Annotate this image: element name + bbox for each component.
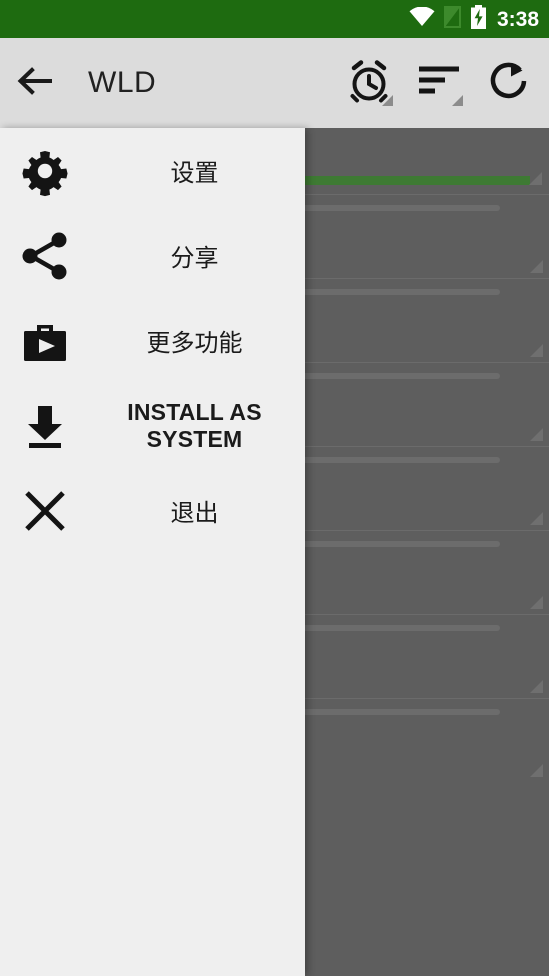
drawer-item-settings[interactable]: 设置 <box>0 128 305 213</box>
signal-off-icon <box>443 5 462 33</box>
navigation-drawer: 设置 分享 更多功能 INSTALL AS SYSTEM 退出 <box>0 128 305 976</box>
sort-button[interactable] <box>407 38 471 128</box>
drawer-item-label: 设置 <box>170 160 219 187</box>
row-caret-icon <box>530 596 543 609</box>
download-icon <box>0 400 90 452</box>
back-arrow-icon <box>17 65 55 102</box>
drawer-item-label: 退出 <box>170 500 219 527</box>
refresh-button[interactable] <box>477 38 541 128</box>
app-toolbar: WLD <box>0 38 549 128</box>
wifi-icon <box>409 6 435 32</box>
close-x-icon <box>0 486 90 536</box>
toolbar-actions <box>337 38 549 128</box>
share-icon <box>0 229 90 283</box>
page-title: WLD <box>88 66 157 99</box>
drawer-item-exit[interactable]: 退出 <box>0 468 305 553</box>
drawer-item-share[interactable]: 分享 <box>0 213 305 298</box>
drawer-item-more-features[interactable]: 更多功能 <box>0 298 305 383</box>
status-bar: 3:38 <box>0 0 549 38</box>
gear-icon <box>0 143 90 199</box>
status-clock: 3:38 <box>496 7 539 31</box>
alarm-clock-button[interactable] <box>337 38 401 128</box>
drawer-item-install-as-system[interactable]: INSTALL AS SYSTEM <box>0 383 305 468</box>
row-caret-icon <box>530 680 543 693</box>
row-caret-icon <box>530 512 543 525</box>
header-caret-icon <box>529 172 542 185</box>
alarm-dropdown-caret-icon <box>382 95 393 106</box>
battery-charging-icon <box>470 4 487 34</box>
drawer-item-label: 分享 <box>170 245 219 272</box>
app-screen: 3:38 WLD 设置 分享 更多功能 INSTALL AS SYSTEM 退出 <box>0 0 549 976</box>
row-caret-icon <box>530 764 543 777</box>
row-caret-icon <box>530 428 543 441</box>
back-button[interactable] <box>0 38 72 128</box>
drawer-item-label: 更多功能 <box>146 330 243 357</box>
store-play-icon <box>0 315 90 367</box>
row-caret-icon <box>530 260 543 273</box>
sort-dropdown-caret-icon <box>452 95 463 106</box>
drawer-item-label: INSTALL AS SYSTEM <box>127 398 262 452</box>
refresh-icon <box>487 59 531 108</box>
row-caret-icon <box>530 344 543 357</box>
